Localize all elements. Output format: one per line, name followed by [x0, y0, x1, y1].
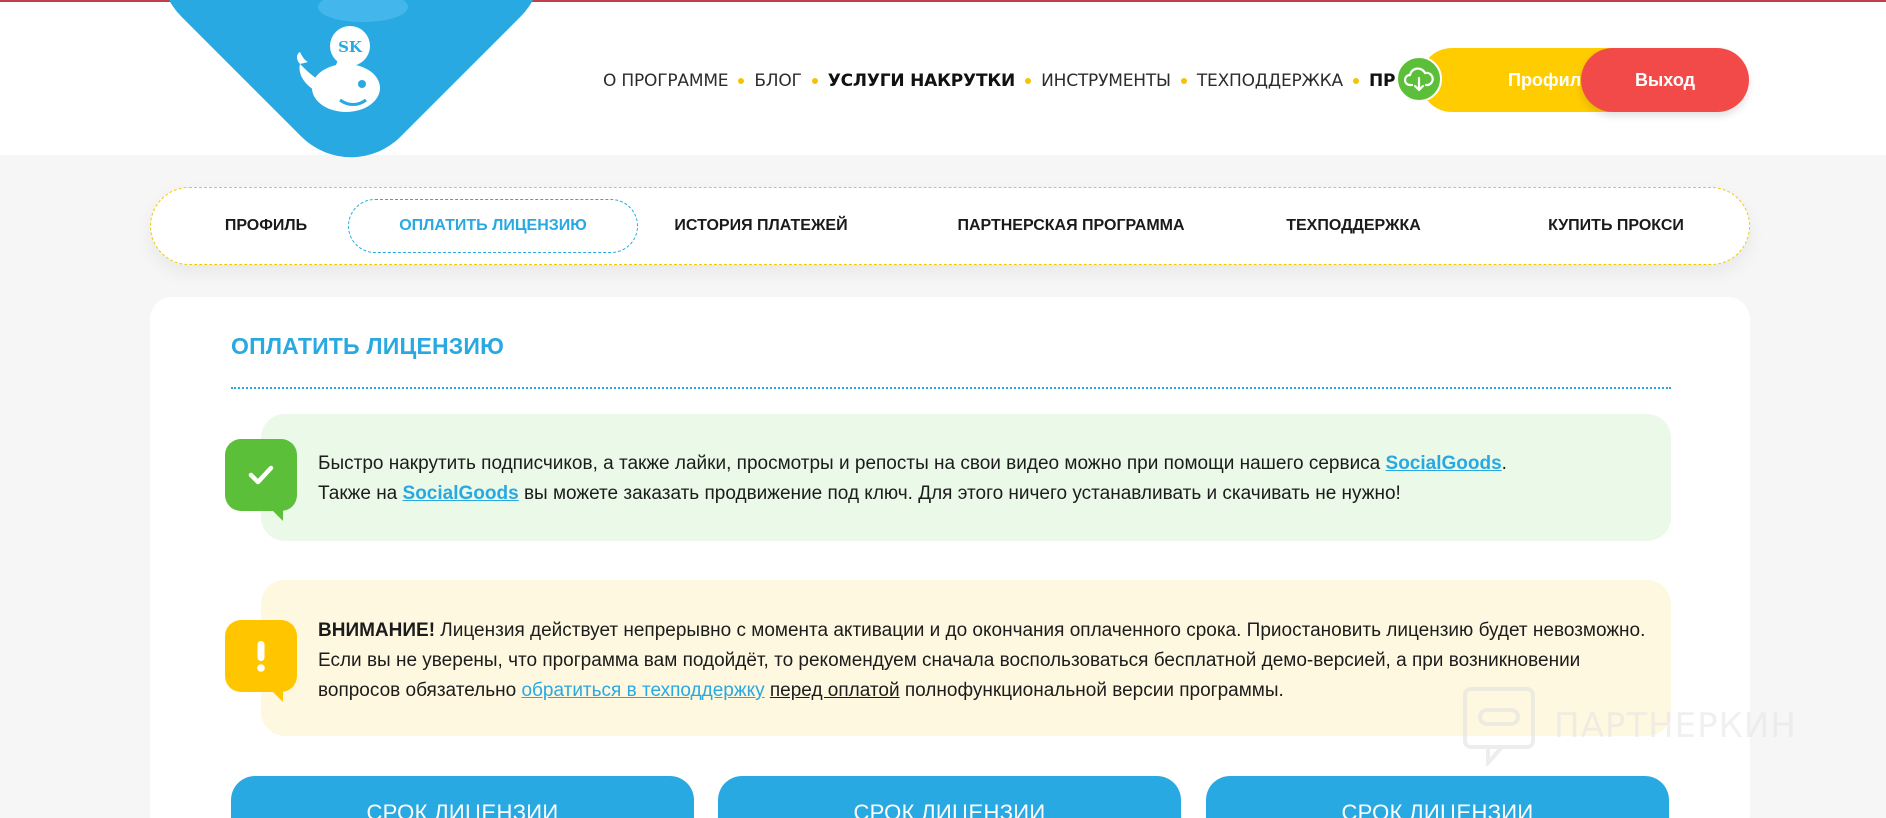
warning-notice-text: ВНИМАНИЕ! Лицензия действует непрерывно … [318, 620, 1646, 701]
checkmark-icon [248, 465, 274, 485]
nav-about[interactable]: О ПРОГРАММЕ [603, 71, 729, 91]
license-plan-button-2[interactable]: СРОК ЛИЦЕНЗИИ [718, 776, 1181, 818]
nav-separator-dot [1352, 78, 1359, 84]
title-divider [231, 387, 1671, 389]
tab-pay-license[interactable]: ОПЛАТИТЬ ЛИЦЕНЗИЮ [348, 199, 638, 253]
license-plan-button-3[interactable]: СРОК ЛИЦЕНЗИИ [1206, 776, 1669, 818]
license-plan-button-1[interactable]: СРОК ЛИЦЕНЗИИ [231, 776, 694, 818]
warning-notice-badge [225, 620, 297, 702]
download-button[interactable] [1396, 56, 1442, 102]
partnerkin-logo-icon [1463, 687, 1535, 766]
nav-tools[interactable]: ИНСТРУМЕНТЫ [1041, 71, 1171, 91]
exclamation-icon [257, 641, 265, 672]
whale-logo-icon: SK [297, 26, 380, 112]
account-tabs: ПРОФИЛЬ ОПЛАТИТЬ ЛИЦЕНЗИЮ ИСТОРИЯ ПЛАТЕЖ… [150, 187, 1750, 265]
logo-text: SK [338, 38, 363, 56]
socialgoods-link[interactable]: SocialGoods [1386, 453, 1502, 474]
nav-support[interactable]: ТЕХПОДДЕРЖКА [1197, 71, 1343, 91]
success-notice-badge [225, 439, 297, 521]
watermark: ПАРТНЕРКИН [1462, 686, 1836, 766]
cloud-download-icon [1404, 67, 1434, 92]
site-header: SK О ПРОГРАММЕ БЛОГ УСЛУГИ НАКРУТКИ ИНСТ… [0, 0, 1886, 187]
socialgoods-link-2[interactable]: SocialGoods [403, 483, 519, 504]
success-notice-text: Быстро накрутить подписчиков, а также ла… [318, 453, 1507, 504]
nav-separator-dot [811, 78, 818, 84]
nav-separator-dot [1180, 78, 1187, 84]
nav-separator-dot [738, 78, 745, 84]
nav-separator-dot [1025, 78, 1032, 84]
page-title: ОПЛАТИТЬ ЛИЦЕНЗИЮ [231, 333, 505, 359]
support-link[interactable]: обратиться в техподдержку [521, 680, 764, 701]
tab-payment-history[interactable]: ИСТОРИЯ ПЛАТЕЖЕЙ [661, 188, 861, 264]
tab-support[interactable]: ТЕХПОДДЕРЖКА [1266, 188, 1441, 264]
main-navigation: О ПРОГРАММЕ БЛОГ УСЛУГИ НАКРУТКИ ИНСТРУМ… [603, 70, 1450, 92]
tab-partner-program[interactable]: ПАРТНЕРСКАЯ ПРОГРАММА [941, 188, 1201, 264]
tab-profile[interactable]: ПРОФИЛЬ [191, 188, 341, 264]
watermark-text: ПАРТНЕРКИН [1554, 706, 1797, 746]
logo[interactable]: SK [131, 0, 571, 187]
tab-buy-proxy[interactable]: КУПИТЬ ПРОКСИ [1521, 188, 1711, 264]
logout-button[interactable]: Выход [1581, 48, 1749, 112]
before-payment-text: перед оплатой [769, 680, 900, 701]
nav-services[interactable]: УСЛУГИ НАКРУТКИ [828, 71, 1016, 91]
warning-label: ВНИМАНИЕ! [318, 620, 436, 641]
nav-blog[interactable]: БЛОГ [754, 71, 802, 91]
